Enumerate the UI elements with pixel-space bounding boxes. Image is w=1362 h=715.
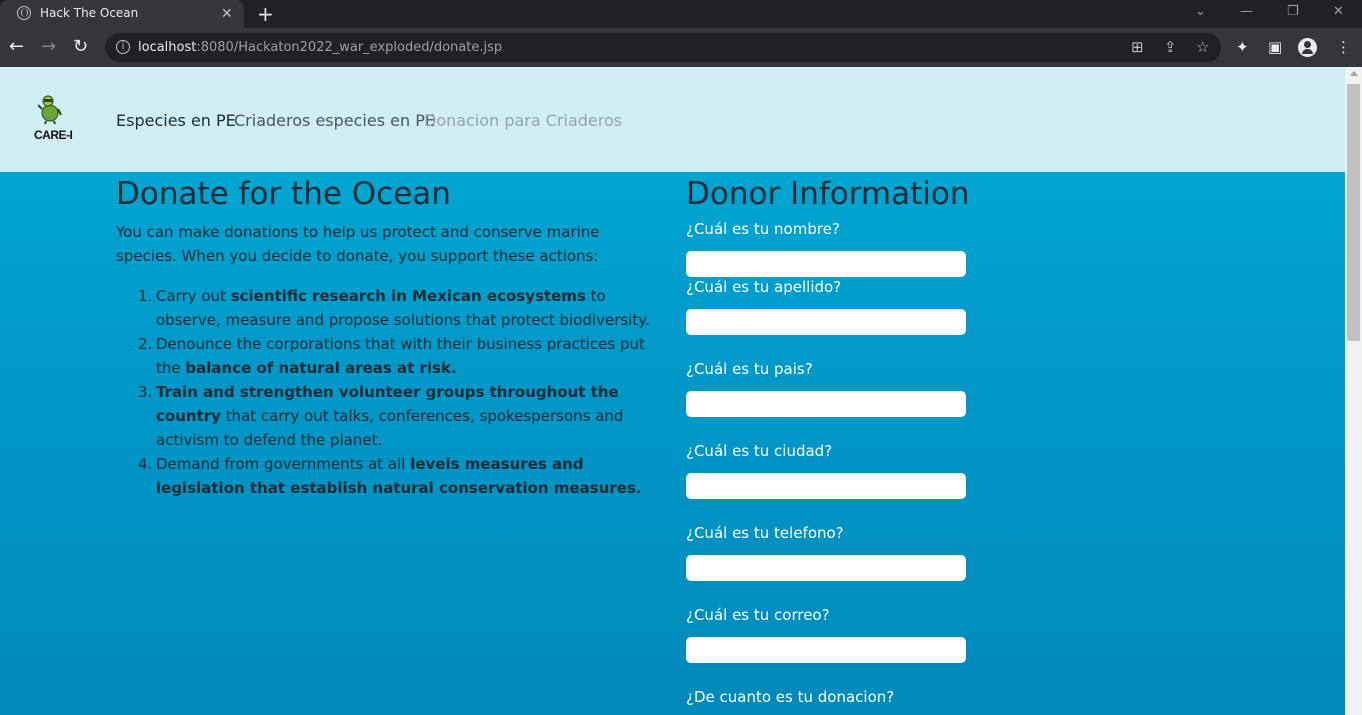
telefono-label: ¿Cuál es tu telefono? <box>686 524 844 542</box>
nav-link-especies[interactable]: Especies en PE <box>116 111 236 130</box>
globe-icon <box>17 6 31 20</box>
info-icon[interactable]: i <box>116 40 130 54</box>
tab-title: Hack The Ocean <box>40 6 139 20</box>
restore-button[interactable]: ❐ <box>1287 4 1299 19</box>
tab-strip: Hack The Ocean ✕ + ⌄ — ❐ ✕ <box>0 0 1362 28</box>
active-tab[interactable]: Hack The Ocean ✕ <box>0 0 244 28</box>
close-window-button[interactable]: ✕ <box>1333 4 1344 19</box>
list-item: 3. Train and strengthen volunteer groups … <box>138 383 624 449</box>
donor-title: Donor Information <box>686 176 970 212</box>
donate-intro: You can make donations to help us protec… <box>116 223 600 265</box>
apellido-label: ¿Cuál es tu apellido? <box>686 278 842 296</box>
nav-link-donacion[interactable]: Donacion para Criaderos <box>424 111 622 130</box>
donacion-label: ¿De cuanto es tu donacion? <box>686 688 895 706</box>
new-tab-button[interactable]: + <box>257 2 274 26</box>
extensions-icon[interactable]: ✦ <box>1236 38 1249 56</box>
profile-icon[interactable] <box>1298 38 1317 57</box>
site-navbar: CARE-I Especies en PE Criaderos especies… <box>0 67 1345 172</box>
correo-input[interactable] <box>686 637 966 663</box>
url-text[interactable]: localhost:8080/Hackaton2022_war_exploded… <box>138 40 502 55</box>
scroll-up-arrow-icon[interactable] <box>1350 71 1358 76</box>
bookmark-star-icon[interactable]: ☆ <box>1196 38 1209 56</box>
list-item: 4. Demand from governments at all levels … <box>138 455 642 497</box>
donate-info-section: Donate for the Ocean You can make donati… <box>116 174 656 500</box>
logo-text: CARE-I <box>34 128 73 142</box>
telefono-input[interactable] <box>686 555 966 581</box>
forward-icon[interactable]: → <box>41 37 56 57</box>
apellido-input[interactable] <box>686 309 966 335</box>
nav-link-criaderos[interactable]: Criaderos especies en PE <box>234 111 435 130</box>
address-bar[interactable]: i localhost:8080/Hackaton2022_war_explod… <box>105 33 1221 62</box>
vertical-scrollbar[interactable] <box>1345 67 1362 715</box>
menu-kebab-icon[interactable]: ⋮ <box>1336 38 1351 56</box>
pais-input[interactable] <box>686 391 966 417</box>
turtle-logo-icon <box>38 95 62 125</box>
minimize-button[interactable]: — <box>1240 4 1253 19</box>
correo-label: ¿Cuál es tu correo? <box>686 606 830 624</box>
actions-list: 1. Carry out scientific research in Mexic… <box>116 284 656 500</box>
browser-toolbar: ← → ↻ i localhost:8080/Hackaton2022_war_… <box>0 28 1362 67</box>
reload-icon[interactable]: ↻ <box>73 37 88 57</box>
ciudad-input[interactable] <box>686 473 966 499</box>
back-icon[interactable]: ← <box>9 37 24 57</box>
site-logo[interactable]: CARE-I <box>30 93 74 143</box>
page-viewport: CARE-I Especies en PE Criaderos especies… <box>0 67 1345 715</box>
ciudad-label: ¿Cuál es tu ciudad? <box>686 442 833 460</box>
scroll-thumb[interactable] <box>1347 84 1360 341</box>
nombre-label: ¿Cuál es tu nombre? <box>686 220 840 238</box>
tab-search-icon[interactable]: ⌄ <box>1195 4 1206 19</box>
close-tab-icon[interactable]: ✕ <box>221 5 233 22</box>
pais-label: ¿Cuál es tu pais? <box>686 360 813 378</box>
list-item: 2. Denounce the corporations that with th… <box>138 335 645 377</box>
donate-title: Donate for the Ocean <box>116 176 451 212</box>
share-icon[interactable]: ⇪ <box>1164 38 1177 56</box>
translate-icon[interactable]: ⊞ <box>1131 38 1144 56</box>
list-item: 1. Carry out scientific research in Mexic… <box>138 287 650 329</box>
nombre-input[interactable] <box>686 251 966 277</box>
donor-form: Donor Information ¿Cuál es tu nombre? ¿C… <box>686 174 1006 706</box>
side-panel-icon[interactable]: ▣ <box>1268 38 1282 56</box>
